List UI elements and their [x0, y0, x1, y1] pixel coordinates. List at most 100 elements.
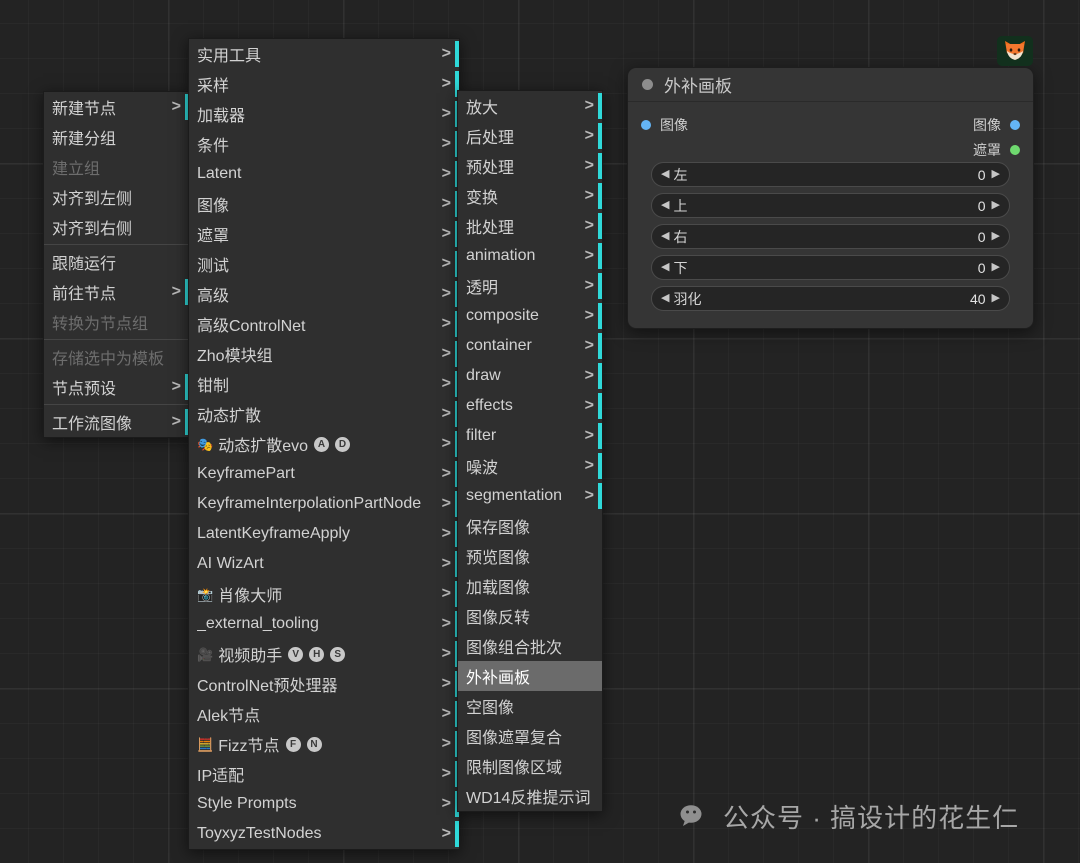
widget-decrement-arrow-icon[interactable]: ◀	[661, 262, 669, 273]
menu-item[interactable]: 图像遮罩复合	[458, 721, 602, 751]
menu-item[interactable]: 节点预设>	[44, 372, 189, 402]
node-widget-右[interactable]: ◀右0▶	[651, 224, 1010, 249]
menu-item[interactable]: 遮罩>	[189, 219, 459, 249]
widget-value[interactable]: 40	[970, 291, 986, 307]
menu-item[interactable]: 钳制>	[189, 369, 459, 399]
menu-item-label: 加载图像	[466, 574, 594, 598]
menu-item[interactable]: 透明>	[458, 271, 602, 301]
widget-value[interactable]: 0	[978, 198, 986, 214]
widget-decrement-arrow-icon[interactable]: ◀	[661, 169, 669, 180]
menu-item[interactable]: Alek节点>	[189, 699, 459, 729]
node-input-image[interactable]: 图像	[641, 115, 973, 135]
output-port-image-icon[interactable]	[1010, 120, 1020, 130]
menu-item[interactable]: 后处理>	[458, 121, 602, 151]
node-widget-左[interactable]: ◀左0▶	[651, 162, 1010, 187]
widget-value[interactable]: 0	[978, 229, 986, 245]
menu-item[interactable]: IP适配>	[189, 759, 459, 789]
menu-item-label: 前往节点	[52, 280, 164, 304]
menu-item[interactable]: 条件>	[189, 129, 459, 159]
menu-item[interactable]: 采样>	[189, 69, 459, 99]
menu-item[interactable]: composite>	[458, 301, 602, 331]
menu-item[interactable]: ToyxyzTestNodes>	[189, 819, 459, 849]
widget-decrement-arrow-icon[interactable]: ◀	[661, 231, 669, 242]
menu-item[interactable]: 🎭动态扩散evoAD>	[189, 429, 459, 459]
menu-item[interactable]: 新建分组	[44, 122, 189, 152]
menu-item-label: segmentation	[466, 487, 577, 505]
menu-item[interactable]: 对齐到右侧	[44, 212, 189, 242]
menu-item[interactable]: 动态扩散>	[189, 399, 459, 429]
node-widget-羽化[interactable]: ◀羽化40▶	[651, 286, 1010, 311]
menu-item[interactable]: 🧮Fizz节点FN>	[189, 729, 459, 759]
fox-badge[interactable]	[997, 36, 1033, 66]
menu-item[interactable]: 预处理>	[458, 151, 602, 181]
widget-increment-arrow-icon[interactable]: ▶	[992, 169, 1000, 180]
menu-item[interactable]: Style Prompts>	[189, 789, 459, 819]
menu-item[interactable]: 限制图像区域	[458, 751, 602, 781]
menu-item[interactable]: 放大>	[458, 91, 602, 121]
node-category-menu[interactable]: 实用工具>采样>加载器>条件>Latent>图像>遮罩>测试>高级>高级Cont…	[188, 38, 460, 850]
menu-item[interactable]: 工作流图像>	[44, 407, 189, 437]
node-widget-下[interactable]: ◀下0▶	[651, 255, 1010, 280]
menu-item-text: filter	[466, 427, 496, 445]
widget-value[interactable]: 0	[978, 167, 986, 183]
menu-item-text: Zho模块组	[197, 342, 273, 366]
menu-item[interactable]: 前往节点>	[44, 277, 189, 307]
node-collapse-dot[interactable]	[642, 79, 653, 90]
menu-item[interactable]: ControlNet预处理器>	[189, 669, 459, 699]
image-submenu[interactable]: 放大>后处理>预处理>变换>批处理>animation>透明>composite…	[457, 90, 603, 812]
menu-item[interactable]: Zho模块组>	[189, 339, 459, 369]
menu-item[interactable]: 🎥视频助手VHS>	[189, 639, 459, 669]
widget-increment-arrow-icon[interactable]: ▶	[992, 200, 1000, 211]
menu-item[interactable]: container>	[458, 331, 602, 361]
menu-item[interactable]: 图像反转	[458, 601, 602, 631]
menu-item[interactable]: 实用工具>	[189, 39, 459, 69]
output-port-mask-icon[interactable]	[1010, 145, 1020, 155]
menu-item[interactable]: filter>	[458, 421, 602, 451]
menu-item[interactable]: 测试>	[189, 249, 459, 279]
widget-increment-arrow-icon[interactable]: ▶	[992, 231, 1000, 242]
menu-item[interactable]: 加载图像	[458, 571, 602, 601]
menu-item[interactable]: 保存图像	[458, 511, 602, 541]
menu-item[interactable]: LatentKeyframeApply>	[189, 519, 459, 549]
menu-item[interactable]: animation>	[458, 241, 602, 271]
menu-item[interactable]: Latent>	[189, 159, 459, 189]
menu-item[interactable]: 噪波>	[458, 451, 602, 481]
node-header[interactable]: 外补画板	[628, 68, 1033, 102]
node-graph-canvas[interactable]: 新建节点>新建分组建立组对齐到左侧对齐到右侧跟随运行前往节点>转换为节点组存储选…	[0, 0, 1080, 863]
menu-item[interactable]: AI WizArt>	[189, 549, 459, 579]
node-widget-上[interactable]: ◀ 上0 ▶	[651, 193, 1010, 218]
menu-item[interactable]: 📸肖像大师>	[189, 579, 459, 609]
menu-item[interactable]: 空图像	[458, 691, 602, 721]
menu-item[interactable]: 跟随运行	[44, 247, 189, 277]
menu-item[interactable]: WD14反推提示词	[458, 781, 602, 811]
menu-item: 转换为节点组	[44, 307, 189, 337]
widget-label: 上	[673, 196, 977, 216]
node-output-mask[interactable]: 遮罩	[973, 140, 1020, 160]
widget-decrement-arrow-icon[interactable]: ◀	[661, 293, 669, 304]
menu-item[interactable]: 高级ControlNet>	[189, 309, 459, 339]
widget-value[interactable]: 0	[978, 260, 986, 276]
canvas-context-menu[interactable]: 新建节点>新建分组建立组对齐到左侧对齐到右侧跟随运行前往节点>转换为节点组存储选…	[43, 91, 190, 438]
menu-item[interactable]: 图像组合批次	[458, 631, 602, 661]
menu-item[interactable]: segmentation>	[458, 481, 602, 511]
widget-increment-arrow-icon[interactable]: ▶	[992, 262, 1000, 273]
menu-item[interactable]: 加载器>	[189, 99, 459, 129]
menu-item[interactable]: KeyframeInterpolationPartNode>	[189, 489, 459, 519]
menu-item[interactable]: draw>	[458, 361, 602, 391]
menu-item[interactable]: KeyframePart>	[189, 459, 459, 489]
menu-item[interactable]: 高级>	[189, 279, 459, 309]
widget-increment-arrow-icon[interactable]: ▶	[992, 293, 1000, 304]
node-output-image[interactable]: 图像	[973, 115, 1020, 135]
menu-item[interactable]: effects>	[458, 391, 602, 421]
node-image-pad-for-outpainting[interactable]: 外补画板 图像 图像 遮罩 ◀左0▶◀上0▶◀右0▶◀下0▶	[627, 67, 1034, 329]
widget-decrement-arrow-icon[interactable]: ◀	[661, 200, 669, 211]
menu-item[interactable]: 对齐到左侧	[44, 182, 189, 212]
menu-item[interactable]: 预览图像	[458, 541, 602, 571]
menu-item[interactable]: 图像>	[189, 189, 459, 219]
menu-item[interactable]: 外补画板	[458, 661, 602, 691]
menu-item[interactable]: 变换>	[458, 181, 602, 211]
menu-item[interactable]: 新建节点>	[44, 92, 189, 122]
menu-item[interactable]: 批处理>	[458, 211, 602, 241]
menu-item[interactable]: _external_tooling>	[189, 609, 459, 639]
input-port-image-icon[interactable]	[641, 120, 651, 130]
